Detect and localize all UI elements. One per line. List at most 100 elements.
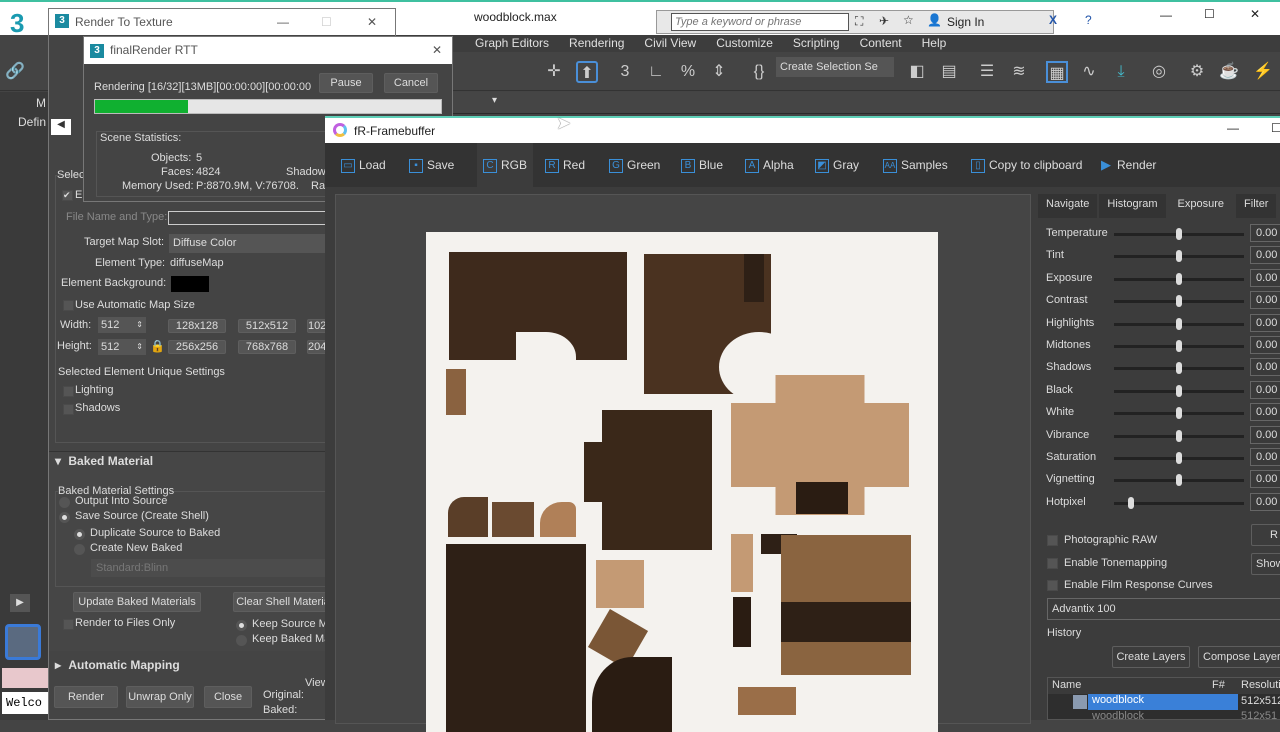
exposure-value-input[interactable]: 0.00	[1250, 492, 1280, 511]
exposure-slider[interactable]	[1114, 496, 1244, 509]
automatic-mapping-header[interactable]: ▸ Automatic Mapping	[55, 658, 180, 672]
copy-clipboard-button[interactable]: ▯ Copy to clipboard	[971, 143, 1082, 187]
r-button[interactable]: R	[1251, 524, 1280, 546]
layers-icon[interactable]: ≋	[1008, 61, 1030, 83]
rendered-frame-icon[interactable]: ☕	[1218, 61, 1240, 83]
tab-exposure[interactable]: Exposure	[1167, 194, 1235, 218]
enable-checkbox[interactable]: ✔	[62, 190, 73, 201]
film-dropdown[interactable]: Advantix 100	[1047, 598, 1280, 620]
binoculars-icon[interactable]: ⛶	[855, 14, 863, 29]
exposure-slider[interactable]	[1114, 317, 1244, 330]
green-button[interactable]: G Green	[609, 143, 660, 187]
menu-rendering[interactable]: Rendering	[559, 35, 634, 52]
rtt-close-button[interactable]: ✕	[367, 9, 377, 35]
play-button[interactable]: ▶	[10, 594, 30, 612]
exposure-value-input[interactable]: 0.00	[1250, 336, 1280, 354]
update-baked-materials-button[interactable]: Update Baked Materials	[73, 592, 201, 612]
exposure-value-input[interactable]: 0.00	[1250, 268, 1280, 287]
auto-map-size-checkbox[interactable]	[63, 300, 74, 311]
exposure-value-input[interactable]: 0.00	[1250, 380, 1280, 399]
satellite-icon[interactable]: ✈	[879, 14, 889, 28]
element-background-swatch[interactable]	[171, 276, 209, 292]
compose-layers-button[interactable]: Compose Layers	[1198, 646, 1280, 668]
selection-set-dropdown[interactable]: Create Selection Se	[776, 57, 894, 77]
help-icon[interactable]: ?	[1085, 13, 1092, 27]
tab-m[interactable]: M	[36, 96, 46, 110]
cancel-button[interactable]: Cancel	[384, 73, 438, 93]
col-frame[interactable]: F#	[1212, 679, 1225, 691]
exposure-slider[interactable]	[1114, 250, 1244, 263]
exposure-value-input[interactable]: 0.00	[1250, 291, 1280, 310]
spinner-snap-icon[interactable]: ⇕	[708, 61, 730, 83]
dope-sheet-icon[interactable]: ⤓	[1110, 61, 1132, 83]
slider-knob[interactable]	[1176, 272, 1182, 285]
image-viewport[interactable]	[335, 194, 1031, 732]
file-name-input[interactable]	[168, 211, 328, 225]
tab-defin[interactable]: Defin	[18, 115, 46, 129]
film-curves-checkbox[interactable]	[1047, 580, 1058, 591]
tab-navigate[interactable]: Navigate	[1038, 194, 1098, 218]
slider-knob[interactable]	[1176, 362, 1182, 375]
exposure-slider[interactable]	[1114, 272, 1244, 285]
red-button[interactable]: R Red	[545, 143, 585, 187]
slider-knob[interactable]	[1176, 340, 1182, 352]
keep-source-radio[interactable]	[236, 620, 247, 631]
size-1024-button[interactable]: 102	[307, 319, 327, 333]
scene-explorer-icon[interactable]: ☰	[976, 61, 998, 83]
material-editor-icon[interactable]: ◎	[1148, 61, 1170, 83]
exposure-slider[interactable]	[1114, 429, 1244, 442]
slider-knob[interactable]	[1176, 474, 1182, 487]
photographic-raw-checkbox[interactable]	[1047, 535, 1058, 546]
output-into-source-radio[interactable]	[59, 497, 70, 508]
create-new-baked-radio[interactable]	[74, 544, 85, 555]
close-rtt-button[interactable]: Close	[204, 686, 252, 708]
slider-knob[interactable]	[1127, 496, 1134, 509]
menu-customize[interactable]: Customize	[706, 35, 783, 52]
tonemapping-checkbox[interactable]	[1047, 558, 1058, 569]
exposure-slider[interactable]	[1114, 384, 1244, 397]
blue-button[interactable]: B Blue	[681, 143, 723, 187]
fb-maximize-button[interactable]: ☐	[1271, 121, 1280, 135]
exposure-value-input[interactable]: 0.00	[1250, 403, 1280, 422]
exposure-value-input[interactable]: 0.00	[1250, 448, 1280, 466]
slider-knob[interactable]	[1176, 228, 1182, 240]
curve-editor-icon[interactable]: ∿	[1078, 61, 1100, 83]
menu-help[interactable]: Help	[912, 35, 957, 52]
tab-histogram[interactable]: Histogram	[1099, 194, 1166, 218]
rgb-button[interactable]: C RGB	[477, 143, 534, 187]
snap-icon[interactable]: 3	[614, 61, 636, 83]
slider-knob[interactable]	[1176, 407, 1182, 420]
percent-snap-icon[interactable]: %	[677, 61, 699, 83]
select-move-icon[interactable]: ✛	[543, 61, 565, 83]
slider-knob[interactable]	[1176, 317, 1182, 330]
height-spinner[interactable]: 512 ⇕	[98, 339, 146, 355]
link-icon[interactable]: 🔗	[4, 61, 26, 83]
menu-scripting[interactable]: Scripting	[783, 35, 850, 52]
pause-button[interactable]: Pause	[319, 73, 373, 93]
frtt-close-button[interactable]: ✕	[432, 37, 442, 64]
create-layers-button[interactable]: Create Layers	[1112, 646, 1190, 668]
size-128-button[interactable]: 128x128	[168, 319, 226, 333]
exposure-slider[interactable]	[1114, 452, 1244, 464]
exposure-value-input[interactable]: 0.00	[1250, 246, 1280, 265]
shadows-checkbox[interactable]	[63, 404, 74, 415]
baked-material-header[interactable]: ▾ Baked Material	[55, 454, 153, 468]
size-2048-button[interactable]: 204	[307, 340, 327, 354]
slider-knob[interactable]	[1176, 250, 1182, 263]
gray-button[interactable]: ◩ Gray	[815, 143, 859, 187]
target-map-slot-dropdown[interactable]: Diffuse Color	[169, 234, 329, 253]
size-768-button[interactable]: 768x768	[238, 340, 296, 354]
mirror-icon[interactable]: ◧	[906, 61, 928, 83]
size-256-button[interactable]: 256x256	[168, 340, 226, 354]
fb-minimize-button[interactable]: —	[1227, 121, 1239, 135]
exposure-slider[interactable]	[1114, 228, 1244, 240]
exposure-slider[interactable]	[1114, 474, 1244, 487]
render-button[interactable]: Render	[54, 686, 118, 708]
exposure-value-input[interactable]: 0.00	[1250, 358, 1280, 377]
exposure-slider[interactable]	[1114, 407, 1244, 420]
maxscript-listener[interactable]	[2, 668, 48, 688]
col-resolution[interactable]: Resoluti	[1241, 679, 1280, 691]
save-source-radio[interactable]	[59, 512, 70, 523]
rtt-minimize-button[interactable]: —	[277, 9, 289, 35]
tab-filter[interactable]: Filter	[1236, 194, 1277, 218]
